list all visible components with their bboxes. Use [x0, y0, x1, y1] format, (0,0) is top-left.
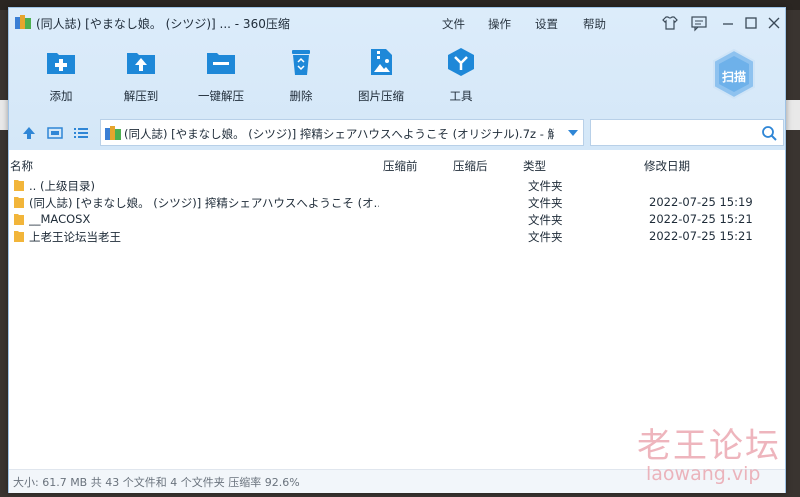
- extract-folder-icon: [127, 53, 155, 74]
- tools-hexagon-icon: [448, 48, 474, 76]
- status-text: 大小: 61.7 MB 共 43 个文件和 4 个文件夹 压缩率 92.6%: [13, 476, 300, 489]
- menu-settings[interactable]: 设置: [535, 16, 558, 32]
- background-window-right: [784, 100, 800, 130]
- skin-shirt-icon[interactable]: [661, 14, 679, 32]
- folder-icon: [14, 231, 24, 242]
- folder-icon: [14, 214, 24, 225]
- chevron-down-icon[interactable]: [567, 129, 579, 137]
- archive-icon: [105, 126, 121, 140]
- one-click-extract-icon: [207, 53, 235, 74]
- image-compress-icon: [371, 49, 392, 75]
- minimize-icon[interactable]: [719, 14, 737, 32]
- menu-help[interactable]: 帮助: [583, 16, 606, 32]
- thumbnail-view-icon[interactable]: [47, 125, 63, 141]
- watermark-text: 老王论坛: [637, 426, 781, 466]
- item-date: 2022-07-25 15:21: [649, 212, 753, 226]
- path-field[interactable]: (同人誌) [やまなし娘。 (シツジ)] 搾精シェアハウスへようこそ (オリジナ…: [100, 119, 584, 146]
- col-name[interactable]: 名称: [10, 158, 33, 174]
- item-name: (同人誌) [やまなし娘。 (シツジ)] 搾精シェアハウスへようこそ (オ...: [29, 196, 379, 210]
- close-icon[interactable]: [765, 14, 783, 32]
- folder-icon: [14, 197, 24, 208]
- titlebar: (同人誌) [やまなし娘。 (シツジ)] ... - 360压缩 文件 操作 设…: [9, 8, 785, 38]
- image-compress-label: 图片压缩: [358, 89, 404, 103]
- list-item[interactable]: __MACOSX 文件夹 2022-07-25 15:21: [9, 211, 785, 228]
- list-item[interactable]: (同人誌) [やまなし娘。 (シツジ)] 搾精シェアハウスへようこそ (オ...…: [9, 194, 785, 211]
- extract-to-button[interactable]: 解压到: [111, 46, 171, 108]
- scan-label: 扫描: [721, 70, 746, 84]
- extract-to-label: 解压到: [123, 89, 159, 103]
- delete-button[interactable]: 删除: [271, 46, 331, 108]
- item-date: 2022-07-25 15:19: [649, 195, 753, 209]
- item-date: 2022-07-25 15:21: [649, 229, 753, 243]
- one-click-extract-button[interactable]: 一键解压: [191, 46, 251, 108]
- item-name: __MACOSX: [29, 212, 91, 226]
- col-modified[interactable]: 修改日期: [644, 158, 690, 174]
- list-item[interactable]: 上老王论坛当老王 文件夹 2022-07-25 15:21: [9, 228, 785, 245]
- item-type: 文件夹: [528, 179, 563, 193]
- tools-button[interactable]: 工具: [431, 46, 491, 108]
- add-button[interactable]: 添加: [31, 46, 91, 108]
- window-chrome: (同人誌) [やまなし娘。 (シツジ)] ... - 360压缩 文件 操作 设…: [9, 8, 785, 150]
- search-icon[interactable]: [761, 125, 777, 141]
- list-item[interactable]: .. (上级目录) 文件夹: [9, 177, 785, 194]
- item-type: 文件夹: [528, 196, 563, 210]
- tools-label: 工具: [449, 89, 473, 103]
- item-type: 文件夹: [528, 213, 563, 227]
- folder-icon: [14, 180, 24, 191]
- window-title: (同人誌) [やまなし娘。 (シツジ)] ... - 360压缩: [36, 17, 290, 31]
- delete-label: 删除: [289, 89, 313, 103]
- search-input[interactable]: [590, 119, 784, 146]
- archive-app-icon: [15, 15, 31, 29]
- col-compressed-after[interactable]: 压缩后: [453, 158, 488, 174]
- feedback-icon[interactable]: [690, 14, 708, 32]
- col-compressed-before[interactable]: 压缩前: [383, 158, 418, 174]
- item-type: 文件夹: [528, 230, 563, 244]
- item-name: .. (上级目录): [29, 179, 95, 193]
- item-name: 上老王论坛当老王: [29, 230, 121, 244]
- col-type[interactable]: 类型: [523, 158, 546, 174]
- recycle-bin-icon: [292, 50, 310, 75]
- watermark-url: laowang.vip: [646, 463, 761, 485]
- one-click-extract-label: 一键解压: [198, 89, 244, 103]
- scan-button[interactable]: 扫描: [711, 48, 757, 100]
- menu-operate[interactable]: 操作: [488, 16, 511, 32]
- add-folder-icon: [47, 53, 75, 74]
- menu-file[interactable]: 文件: [442, 16, 465, 32]
- background-window-left: [0, 100, 8, 130]
- address-bar: (同人誌) [やまなし娘。 (シツジ)] 搾精シェアハウスへようこそ (オリジナ…: [9, 116, 785, 150]
- add-label: 添加: [49, 89, 73, 103]
- up-arrow-icon[interactable]: [21, 125, 37, 141]
- image-compress-button[interactable]: 图片压缩: [351, 46, 411, 108]
- list-view-icon[interactable]: [73, 125, 89, 141]
- path-text: (同人誌) [やまなし娘。 (シツジ)] 搾精シェアハウスへようこそ (オリジナ…: [124, 127, 554, 141]
- maximize-icon[interactable]: [742, 14, 760, 32]
- column-header: 名称 压缩前 压缩后 类型 修改日期: [9, 155, 785, 175]
